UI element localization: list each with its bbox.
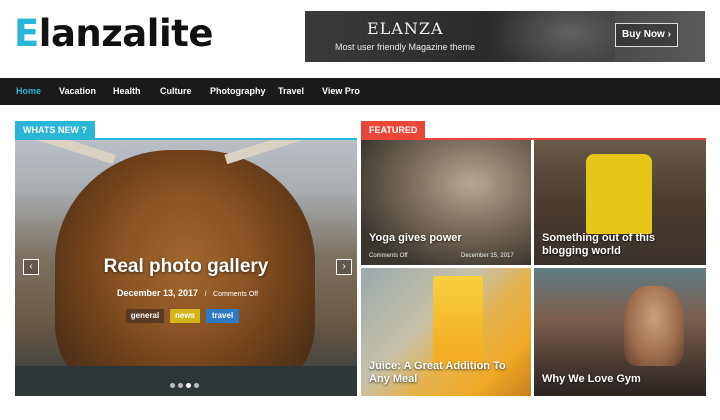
whats-new-label: WHATS NEW ? [15,121,95,139]
featured-tile-blogging[interactable]: Something out of this blogging world [534,140,706,265]
tag-news[interactable]: news [170,309,200,323]
slide-photo-detail [34,140,116,172]
slider-dot[interactable] [194,383,199,388]
logo-rest: lanzalite [38,12,214,55]
slider-dot[interactable] [178,383,183,388]
tag-general[interactable]: general [126,309,164,323]
nav-item-photography[interactable]: Photography [210,78,266,105]
slider-pagination [170,375,202,393]
nav-item-vacation[interactable]: Vacation [59,78,96,105]
featured-label: FEATURED [361,121,426,139]
nav-item-home[interactable]: Home [16,78,41,105]
nav-item-view-pro[interactable]: View Pro [322,78,360,105]
tile-title[interactable]: Why We Love Gym [542,373,641,386]
nav-item-travel[interactable]: Travel [278,78,304,105]
slider-dot[interactable] [170,383,175,388]
featured-tile-gym[interactable]: Why We Love Gym [534,268,706,396]
slide-title[interactable]: Real photo gallery [0,256,372,278]
tile-date: December 15, 2017 [461,253,514,259]
nav-item-health[interactable]: Health [113,78,141,105]
slide-meta: December 13, 2017 / Comments Off [117,288,258,298]
banner-title: ELANZA [367,19,444,38]
featured-tile-yoga[interactable]: Yoga gives power Comments Off December 1… [361,140,531,265]
site-header: Elanzalite ELANZA Most user friendly Mag… [0,0,720,78]
slider-dot-active[interactable] [186,383,191,388]
tile-comments[interactable]: Comments Off [369,253,408,259]
banner-decoration [495,11,615,62]
tile-title[interactable]: Something out of this blogging world [542,232,702,258]
mailbox-photo [586,154,652,234]
site-logo[interactable]: Elanzalite [14,12,213,55]
logo-first-letter: E [14,12,39,55]
tile-title[interactable]: Yoga gives power [369,232,462,245]
banner-subtitle: Most user friendly Magazine theme [335,42,476,52]
slide-photo-detail [224,140,306,172]
featured-tile-juice[interactable]: Juice: A Great Addition To Any Meal [361,268,531,396]
juice-photo [433,276,483,366]
slide-date: December 13, 2017 [117,288,199,298]
gym-photo [624,286,684,366]
ad-banner[interactable]: ELANZA Most user friendly Magazine theme… [305,11,705,62]
buy-now-button[interactable]: Buy Now › [615,23,678,47]
tag-travel[interactable]: travel [206,309,239,323]
slide-comments[interactable]: Comments Off [213,291,258,298]
tile-title[interactable]: Juice: A Great Addition To Any Meal [369,360,519,386]
nav-item-culture[interactable]: Culture [160,78,192,105]
main-nav: Home Vacation Health Culture Photography… [0,78,720,105]
meta-separator: / [204,291,207,298]
